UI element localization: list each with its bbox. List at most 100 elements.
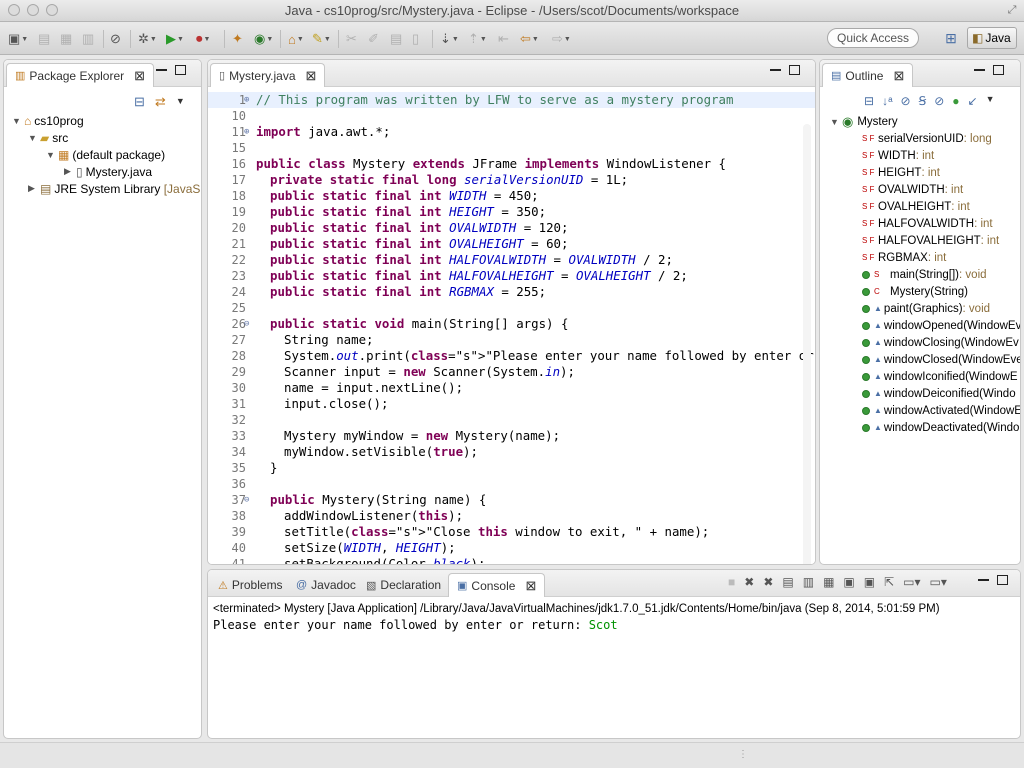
new-java-package-icon[interactable]: ✦ [232,30,243,48]
maximize-icon[interactable] [175,65,186,75]
zoom-window-button[interactable] [46,4,58,16]
tree-item-project[interactable]: ▼ ⌂ cs10prog [12,112,84,129]
last-edit-icon[interactable]: ⇤ [498,30,509,48]
forward-icon[interactable]: ⇨ ▼ [552,30,571,48]
outline-item[interactable]: C Mystery(String) [862,283,968,300]
fold-expand-icon[interactable]: ⊕ [244,92,249,108]
fold-expand-icon[interactable]: ⊕ [244,124,249,140]
outline-item[interactable]: S F RGBMAX : int [862,249,946,266]
close-icon[interactable]: ⊠ [306,68,317,84]
chevron-down-icon[interactable]: ▼ [830,117,842,127]
hide-fields-icon[interactable]: ⊘ [901,94,911,108]
outline-item[interactable]: S F HEIGHT : int [862,164,940,181]
minimize-icon[interactable] [974,69,985,71]
open-perspective-icon[interactable]: ⊞ [939,27,963,49]
fold-collapse-icon[interactable]: ⊖ [244,492,249,508]
run-last-tool-icon[interactable]: ⏺ ▼ [196,30,210,48]
tab-mystery-java[interactable]: ▯ Mystery.java ⊠ [210,63,326,87]
outline-item[interactable]: S F OVALHEIGHT : int [862,198,970,215]
chevron-right-icon[interactable]: ▶ [28,183,40,194]
chevron-down-icon[interactable]: ▼ [28,133,40,143]
outline-item[interactable]: S F WIDTH : int [862,147,934,164]
fullscreen-icon[interactable]: ⤢ [1006,4,1018,16]
outline-item[interactable]: S F HALFOVALWIDTH : int [862,215,993,232]
console-output[interactable]: <terminated> Mystery [Java Application] … [213,603,1015,738]
outline-item[interactable]: ▲ paint(Graphics) : void [862,300,990,317]
tab-javadoc[interactable]: @ Javadoc [288,573,364,597]
collapse-all-icon[interactable]: ⊟ [134,94,145,110]
fold-collapse-icon[interactable]: ⊖ [244,316,249,332]
hide-local-types-icon[interactable]: ● [952,94,959,108]
save-all-icon[interactable]: ▦ [60,30,72,48]
word-wrap-icon[interactable]: ▦ [823,575,834,589]
open-type-icon[interactable]: ⌂ ▼ [288,30,304,48]
tree-item-jre-library[interactable]: ▶▤JRE System Library [JavaSE- [28,180,201,197]
outline-item[interactable]: ▲ windowOpened(WindowEv [862,317,1020,334]
search-icon[interactable]: ✎ ▼ [312,30,331,48]
view-menu-icon[interactable]: ▼ [176,96,185,110]
outline-item[interactable]: S F OVALWIDTH : int [862,181,963,198]
prev-annotation-icon[interactable]: ⇡ ▼ [468,30,487,48]
outline-root-class[interactable]: ▼ ◉ Mystery [830,113,898,130]
outline-item[interactable]: ▲ windowIconified(WindowE [862,368,1018,385]
next-annotation-icon[interactable]: ⇣ ▼ [440,30,459,48]
outline-item[interactable]: ▲ windowDeiconified(Windo [862,385,1016,402]
back-icon[interactable]: ⇦ ▼ [520,30,539,48]
clear-console-icon[interactable]: ▤ [782,575,793,589]
maximize-icon[interactable] [789,65,800,75]
save-icon[interactable]: ▤ [38,30,50,48]
maximize-icon[interactable] [997,575,1008,585]
minimize-window-button[interactable] [27,4,39,16]
tab-problems[interactable]: ⚠ Problems [210,573,291,597]
tab-console[interactable]: ▣ Console ⊠ [448,573,546,597]
remove-launch-icon[interactable]: ✖ [744,575,754,589]
minimize-icon[interactable] [770,69,781,71]
run-icon[interactable]: ▶ ▼ [166,30,184,48]
editor-scrollbar[interactable] [803,124,811,564]
tree-item-default-package[interactable]: ▼ ▦ (default package) [46,146,165,163]
view-menu-icon[interactable]: ▼ [986,94,995,108]
close-window-button[interactable] [8,4,20,16]
scroll-lock-icon[interactable]: ▥ [803,575,814,589]
pin-console-icon[interactable]: ⇱ [884,575,894,589]
tree-item-mystery-java[interactable]: ▶ ▯ Mystery.java [64,163,152,180]
close-icon[interactable]: ⊠ [525,578,536,594]
close-icon[interactable]: ⊠ [893,68,904,84]
outline-item[interactable]: ▲ windowClosed(WindowEve [862,351,1020,368]
new-icon[interactable]: ▣ ▼ [8,30,28,48]
maximize-icon[interactable] [993,65,1004,75]
tab-package-explorer[interactable]: ▥ Package Explorer ⊠ [6,63,155,87]
print-icon[interactable]: ▥ [82,30,94,48]
new-java-class-icon[interactable]: ◉ ▼ [254,30,273,48]
sort-icon[interactable]: ↓ᵃ [882,94,892,108]
block-selection-icon[interactable]: ▤ [390,30,402,48]
annotation-icon[interactable]: ✂ [346,30,357,48]
show-on-error-icon[interactable]: ▣ [864,575,875,589]
hide-static-icon[interactable]: Ꞩ [919,94,927,108]
outline-item[interactable]: Smain(String[]) : void [862,266,987,283]
java-perspective-button[interactable]: ◧ Java [967,27,1017,49]
show-on-output-icon[interactable]: ▣ [843,575,854,589]
chevron-down-icon[interactable]: ▼ [46,150,58,160]
hide-nonpublic-icon[interactable]: ⊘ [934,94,944,108]
outline-item[interactable]: S FserialVersionUID : long [862,130,992,147]
remove-all-terminated-icon[interactable]: ✖ [763,575,773,589]
chevron-down-icon[interactable]: ▼ [12,116,24,126]
outline-item[interactable]: ▲ windowActivated(WindowE [862,402,1020,419]
outline-item[interactable]: ▲ windowDeactivated(Windo [862,419,1019,436]
debug-icon[interactable]: ✲ ▼ [138,30,157,48]
minimize-icon[interactable] [978,579,989,581]
tab-declaration[interactable]: ▧ Declaration [358,573,449,597]
outline-item[interactable]: ▲ windowClosing(WindowEv [862,334,1019,351]
tab-outline[interactable]: ▤ Outline ⊠ [822,63,914,87]
filter-icon[interactable]: ↙ [968,94,978,108]
minimize-icon[interactable] [156,69,167,71]
open-console-icon[interactable]: ▭▾ [930,575,947,589]
outline-item[interactable]: S F HALFOVALHEIGHT : int [862,232,999,249]
collapse-all-icon[interactable]: ⊟ [864,94,874,108]
status-grip-icon[interactable]: ⋮ [738,749,748,760]
skip-breakpoints-icon[interactable]: ⊘ [110,30,121,48]
chevron-right-icon[interactable]: ▶ [64,166,76,177]
code-area[interactable]: 1 ⊕// This program was written by LFW to … [208,90,815,564]
tree-item-src[interactable]: ▼ ▰ src [28,129,68,146]
